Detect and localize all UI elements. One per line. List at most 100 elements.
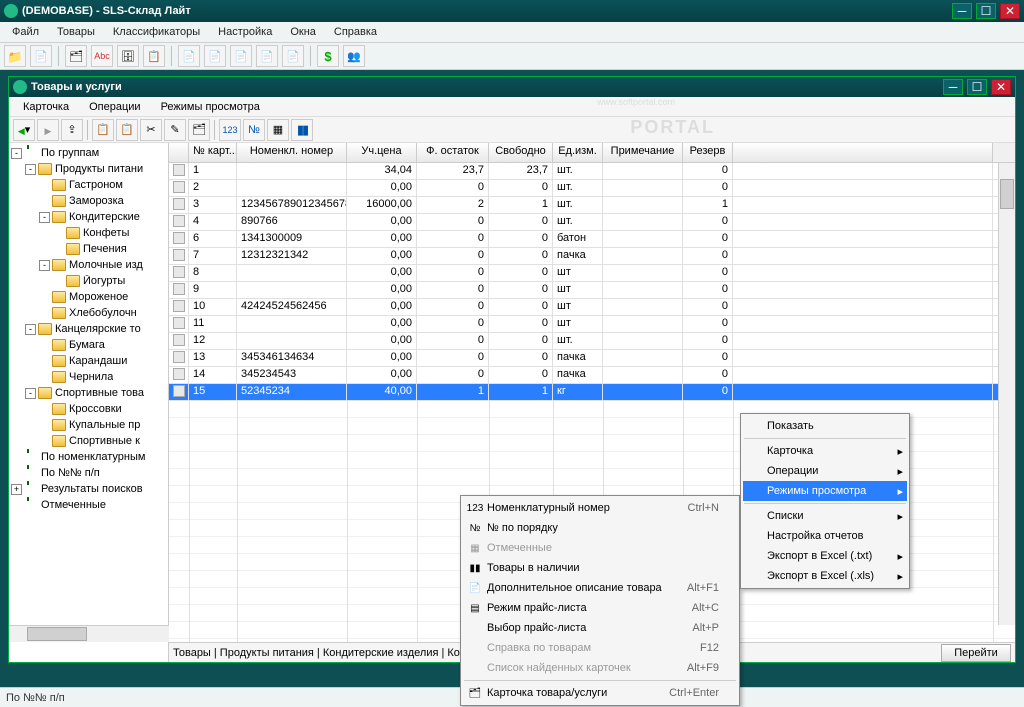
tree-node[interactable]: Купальные пр — [11, 417, 166, 433]
tree-hscroll[interactable] — [9, 625, 169, 642]
child-close-button[interactable]: ✕ — [991, 79, 1011, 95]
ct-card[interactable]: 🗂 — [188, 119, 210, 141]
tree-node[interactable]: Заморозка — [11, 193, 166, 209]
tree-panel[interactable]: -По группам-Продукты питаниГастрономЗамо… — [9, 143, 169, 662]
context-menu-item[interactable]: ▮▮Товары в наличии — [463, 558, 737, 578]
tree-hscroll-thumb[interactable] — [27, 627, 87, 641]
vertical-scrollbar[interactable] — [998, 163, 1015, 625]
tool-save[interactable] — [30, 45, 52, 67]
table-row[interactable]: 312345678901234567816000,0021шт.1 — [169, 197, 998, 214]
context-menu-item[interactable]: 🗂Карточка товара/услугиCtrl+Enter — [463, 683, 737, 703]
tree-node[interactable]: +Результаты поисков — [11, 481, 166, 497]
column-header[interactable]: № карт... — [189, 143, 237, 162]
menu-settings[interactable]: Настройка — [210, 24, 280, 40]
ct-123[interactable]: 123 — [219, 119, 241, 141]
tree-node[interactable]: Бумага — [11, 337, 166, 353]
table-row[interactable]: 110,0000шт0 — [169, 316, 998, 333]
table-row[interactable]: 20,0000шт.0 — [169, 180, 998, 197]
column-header[interactable]: Ед.изм. — [553, 143, 603, 162]
tree-toggle[interactable]: + — [11, 484, 22, 495]
table-row[interactable]: 133453461346340,0000пачка0 — [169, 350, 998, 367]
context-menu-main[interactable]: Показать Карточка▸Операции▸Режимы просмот… — [740, 413, 910, 589]
tool-doc1[interactable]: 📄 — [178, 45, 200, 67]
tool-piv[interactable]: 🗄 — [117, 45, 139, 67]
main-titlebar[interactable]: (DEMOBASE) - SLS-Склад Лайт ─ ☐ ✕ — [0, 0, 1024, 22]
maximize-button[interactable]: ☐ — [976, 3, 996, 19]
context-menu-item[interactable]: Операции▸ — [743, 461, 907, 481]
child-menu-ops[interactable]: Операции — [79, 99, 150, 115]
table-row[interactable]: 143452345430,0000пачка0 — [169, 367, 998, 384]
ct-edit[interactable]: ✎ — [164, 119, 186, 141]
column-header[interactable]: Номенкл. номер — [237, 143, 347, 162]
table-row[interactable]: 80,0000шт0 — [169, 265, 998, 282]
tool-doc5[interactable]: 📄 — [282, 45, 304, 67]
tree-node[interactable]: Йогурты — [11, 273, 166, 289]
ct-copy[interactable]: 📋 — [92, 119, 114, 141]
menu-file[interactable]: Файл — [4, 24, 47, 40]
context-menu-item[interactable]: Настройка отчетов — [743, 526, 907, 546]
tree-node[interactable]: -Канцелярские то — [11, 321, 166, 337]
tree-toggle[interactable]: - — [25, 388, 36, 399]
nav-up-button[interactable]: ⇪ — [61, 119, 83, 141]
menu-goods[interactable]: Товары — [49, 24, 103, 40]
tool-doc2[interactable]: 📄 — [204, 45, 226, 67]
tree-node[interactable]: Конфеты — [11, 225, 166, 241]
child-maximize-button[interactable]: ☐ — [967, 79, 987, 95]
tool-doc4[interactable]: 📄 — [256, 45, 278, 67]
context-menu-item[interactable]: Режимы просмотра▸ — [743, 481, 907, 501]
column-header[interactable] — [169, 143, 189, 162]
tree-node[interactable]: -Продукты питани — [11, 161, 166, 177]
table-row[interactable]: 613413000090,0000батон0 — [169, 231, 998, 248]
tree-node[interactable]: Чернила — [11, 369, 166, 385]
tree-node[interactable]: Хлебобулочн — [11, 305, 166, 321]
child-menu-card[interactable]: Карточка — [13, 99, 79, 115]
tree-node[interactable]: -Кондитерские — [11, 209, 166, 225]
context-menu-item[interactable]: Экспорт в Excel (.txt)▸ — [743, 546, 907, 566]
child-menu-viewmodes[interactable]: Режимы просмотра — [151, 99, 270, 115]
ct-paste[interactable]: 📋 — [116, 119, 138, 141]
tool-currency[interactable] — [317, 45, 339, 67]
column-header[interactable] — [733, 143, 993, 162]
tree-node[interactable]: -По группам — [11, 145, 166, 161]
close-button[interactable]: ✕ — [1000, 3, 1020, 19]
tree-node[interactable]: Кроссовки — [11, 401, 166, 417]
table-row[interactable]: 134,0423,723,7шт.0 — [169, 163, 998, 180]
table-row[interactable]: 10424245245624560,0000шт0 — [169, 299, 998, 316]
tree-node[interactable]: Мороженое — [11, 289, 166, 305]
tree-toggle[interactable]: - — [25, 164, 36, 175]
nav-fwd-button[interactable] — [37, 119, 59, 141]
menu-windows[interactable]: Окна — [282, 24, 324, 40]
context-submenu-viewmodes[interactable]: 123Номенклатурный номерCtrl+N№№ по поряд… — [460, 495, 740, 706]
context-menu-item[interactable]: 📄Дополнительное описание товараAlt+F1 — [463, 578, 737, 598]
vscroll-thumb[interactable] — [1000, 179, 1014, 209]
tree-node[interactable]: Спортивные к — [11, 433, 166, 449]
minimize-button[interactable]: ─ — [952, 3, 972, 19]
child-minimize-button[interactable]: ─ — [943, 79, 963, 95]
table-row[interactable]: 155234523440,0011кг0 — [169, 384, 998, 401]
ct-no[interactable]: № — [243, 119, 265, 141]
table-row[interactable]: 120,0000шт.0 — [169, 333, 998, 350]
column-header[interactable]: Примечание — [603, 143, 683, 162]
column-header[interactable]: Резерв — [683, 143, 733, 162]
tree-toggle[interactable]: - — [39, 260, 50, 271]
tree-toggle[interactable]: - — [39, 212, 50, 223]
context-menu-item[interactable]: Карточка▸ — [743, 441, 907, 461]
table-row[interactable]: 7123123213420,0000пачка0 — [169, 248, 998, 265]
tree-node[interactable]: Карандаши — [11, 353, 166, 369]
table-row[interactable]: 48907660,0000шт.0 — [169, 214, 998, 231]
tree-toggle[interactable]: - — [25, 324, 36, 335]
context-menu-item[interactable]: Показать — [743, 416, 907, 436]
tree-node[interactable]: Отмеченные — [11, 497, 166, 513]
tool-6[interactable]: 📋 — [143, 45, 165, 67]
column-header[interactable]: Свободно — [489, 143, 553, 162]
tree-toggle[interactable]: - — [11, 148, 22, 159]
context-menu-item[interactable]: Экспорт в Excel (.xls)▸ — [743, 566, 907, 586]
column-header[interactable]: Уч.цена — [347, 143, 417, 162]
menu-classifiers[interactable]: Классификаторы — [105, 24, 208, 40]
tool-card[interactable]: 🗂 — [65, 45, 87, 67]
go-button[interactable]: Перейти — [941, 644, 1011, 662]
context-menu-item[interactable]: №№ по порядку — [463, 518, 737, 538]
child-titlebar[interactable]: Товары и услуги ─ ☐ ✕ — [9, 77, 1015, 97]
context-menu-item[interactable]: ▤Режим прайс-листаAlt+C — [463, 598, 737, 618]
ct-grid[interactable]: ▦ — [267, 119, 289, 141]
